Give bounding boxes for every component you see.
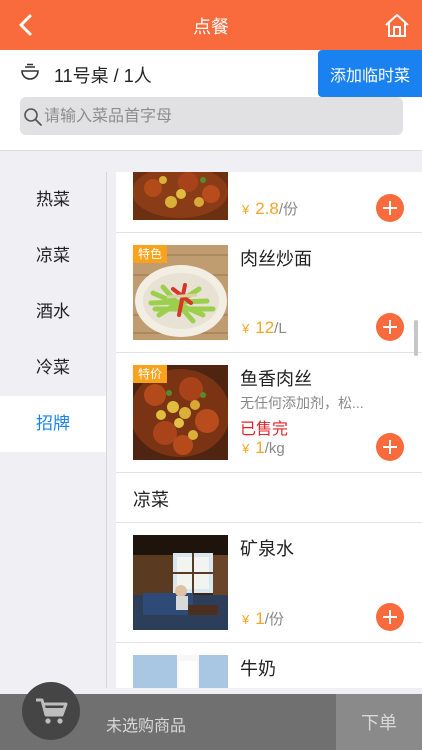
add-dish-button[interactable] (376, 603, 404, 631)
dish-image (133, 655, 228, 688)
dish-description: 无任何添加剂，松... (240, 395, 364, 411)
header-bar: 点餐 (0, 0, 422, 50)
sold-out-label: 已售完 (240, 421, 289, 438)
add-dish-button[interactable] (376, 433, 404, 461)
place-order-button[interactable]: 下单 (336, 694, 422, 750)
add-dish-button[interactable] (376, 313, 404, 341)
category-signature[interactable]: 招牌 (0, 396, 106, 452)
category-cold-dishes[interactable]: 凉菜 (0, 228, 106, 284)
dish-name: 矿泉水 (240, 539, 294, 559)
category-drinks[interactable]: 酒水 (0, 284, 106, 340)
dish-image (133, 535, 228, 630)
special-price-badge: 特价 (133, 365, 168, 383)
table-number: 11号桌 / 1人 (54, 66, 152, 86)
category-hot-dishes[interactable]: 热菜 (0, 172, 106, 228)
category-list: 热菜 凉菜 酒水 冷菜 招牌 (0, 172, 106, 452)
page-title: 点餐 (193, 17, 229, 37)
cart-empty-label: 未选购商品 (106, 718, 187, 735)
dish-image (133, 172, 228, 220)
price: ¥2.8/份 (242, 199, 299, 218)
search-input[interactable] (42, 97, 396, 137)
dish-name: 鱼香肉丝 (240, 369, 312, 389)
price: ¥12/L (242, 318, 287, 337)
section-title: 凉菜 (133, 490, 169, 510)
price: ¥1/份 (242, 609, 284, 628)
column-divider (106, 172, 107, 688)
feature-badge: 特色 (133, 245, 168, 263)
dish-name: 肉丝炒面 (240, 249, 312, 269)
add-temporary-dish-button[interactable]: 添加临时菜 (318, 50, 422, 97)
category-chilled-dishes[interactable]: 冷菜 (0, 340, 106, 396)
cart-button[interactable] (22, 682, 80, 740)
add-dish-button[interactable] (376, 194, 404, 222)
search-icon (24, 108, 42, 126)
dish-name: 牛奶 (240, 659, 276, 679)
price: ¥1/kg (242, 438, 285, 457)
bowl-icon (21, 63, 39, 80)
footer-bar: 未选购商品 下单 (0, 682, 422, 750)
dish-list: ¥2.8/份 特色 肉丝炒面 ¥12/L 特价 鱼香肉丝 无任何添加剂，松...… (116, 172, 422, 688)
search-box[interactable] (20, 97, 403, 137)
home-icon[interactable] (384, 12, 410, 38)
table-info-bar: 11号桌 / 1人 添加临时菜 (0, 50, 422, 151)
cart-icon (36, 698, 68, 724)
scrollbar-thumb[interactable] (414, 320, 418, 356)
